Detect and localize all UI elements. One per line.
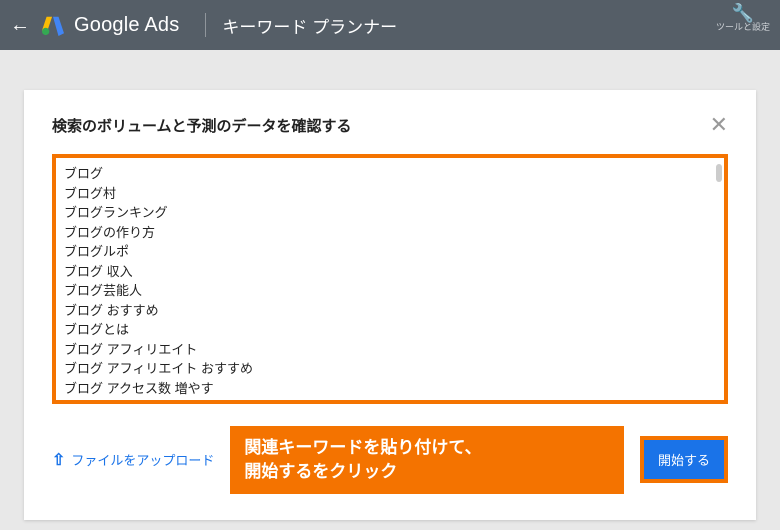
app-header: ← Google Ads キーワード プランナー 🔧 ツールと設定 <box>0 0 780 50</box>
card-footer: ⇧ ファイルをアップロード 関連キーワードを貼り付けて、 開始するをクリック 開… <box>52 426 728 494</box>
upload-label: ファイルをアップロード <box>71 450 214 469</box>
scrollbar-thumb[interactable] <box>716 164 722 182</box>
tools-label: ツールと設定 <box>716 22 770 32</box>
keywords-textarea[interactable]: ブログ ブログ村 ブログランキング ブログの作り方 ブログルポ ブログ 収入 ブ… <box>52 154 728 404</box>
card-title: 検索のボリュームと予測のデータを確認する <box>52 115 352 136</box>
header-divider <box>205 13 206 37</box>
card-header: 検索のボリュームと予測のデータを確認する ✕ <box>52 114 728 136</box>
annotation-callout: 関連キーワードを貼り付けて、 開始するをクリック <box>230 426 624 494</box>
start-button[interactable]: 開始する <box>640 436 728 483</box>
brand-name: Google Ads <box>74 14 179 37</box>
back-arrow-icon[interactable]: ← <box>10 14 30 37</box>
wrench-icon: 🔧 <box>716 4 770 22</box>
close-icon[interactable]: ✕ <box>710 114 728 136</box>
brand-logo[interactable]: Google Ads <box>42 14 179 37</box>
google-ads-logo-icon <box>42 14 64 36</box>
tools-settings-button[interactable]: 🔧 ツールと設定 <box>716 4 770 32</box>
upload-icon: ⇧ <box>52 450 65 470</box>
main-card: 検索のボリュームと予測のデータを確認する ✕ ブログ ブログ村 ブログランキング… <box>24 90 756 520</box>
page-title: キーワード プランナー <box>222 13 397 38</box>
upload-file-link[interactable]: ⇧ ファイルをアップロード <box>52 450 214 470</box>
start-button-label: 開始する <box>658 453 710 468</box>
keywords-content: ブログ ブログ村 ブログランキング ブログの作り方 ブログルポ ブログ 収入 ブ… <box>64 164 716 398</box>
